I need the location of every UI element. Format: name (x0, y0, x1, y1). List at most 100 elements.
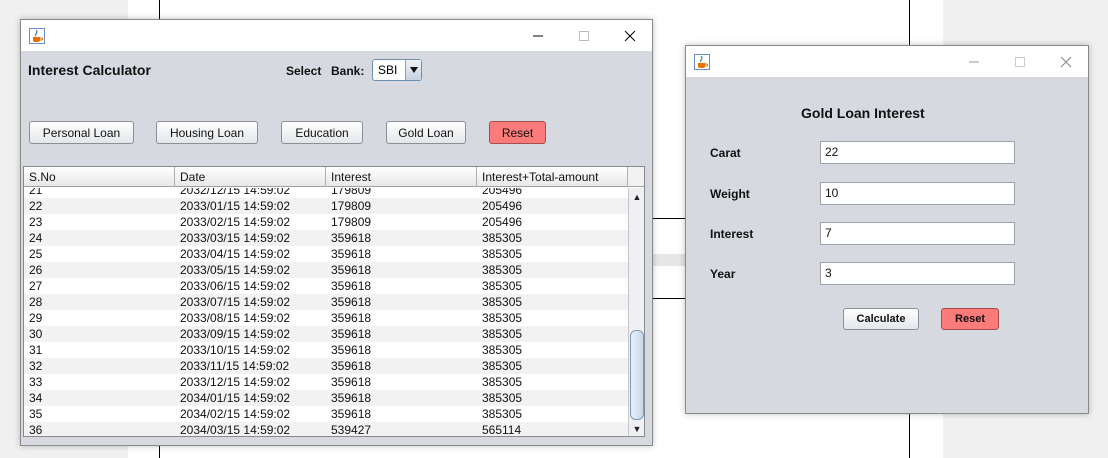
table-cell: 32 (29, 359, 43, 373)
weight-field[interactable]: 10 (820, 182, 1015, 205)
table-cell: 385305 (482, 327, 523, 341)
interest-table: S.No Date Interest Interest+Total-amount… (23, 166, 645, 437)
bank-select-value: SBI (378, 63, 398, 77)
table-cell: 385305 (482, 375, 523, 389)
table-row[interactable]: 33 2033/12/15 14:59:02 359618 385305 (24, 374, 628, 390)
table-cell: 359618 (331, 279, 372, 293)
year-label: Year (710, 267, 736, 281)
table-cell: 2034/03/15 14:59:02 (180, 423, 291, 437)
reset-button[interactable]: Reset (489, 121, 546, 144)
education-button[interactable]: Education (281, 121, 363, 144)
table-rows: 21 2032/12/15 14:59:02 179809 205496 22 2033/… (24, 188, 628, 437)
table-row[interactable]: 30 2033/09/15 14:59:02 359618 385305 (24, 326, 628, 342)
table-cell: 385305 (482, 407, 523, 421)
background-line (652, 218, 686, 219)
table-cell: 179809 (331, 215, 372, 229)
column-header-interest[interactable]: Interest (326, 167, 477, 187)
gold-reset-button[interactable]: Reset (941, 308, 999, 330)
column-header-total[interactable]: Interest+Total-amount (477, 167, 628, 187)
table-cell: 359618 (331, 327, 372, 341)
maximize-icon[interactable] (997, 46, 1043, 77)
interest-calculator-window: Interest Calculator Select Bank: SBI Per… (20, 19, 653, 446)
scroll-down-icon[interactable]: ▼ (629, 421, 644, 436)
table-row[interactable]: 25 2033/04/15 14:59:02 359618 385305 (24, 246, 628, 262)
table-cell: 35 (29, 407, 43, 421)
table-cell: 2033/08/15 14:59:02 (180, 311, 291, 325)
table-row[interactable]: 36 2034/03/15 14:59:02 539427 565114 (24, 422, 628, 437)
table-cell: 385305 (482, 231, 523, 245)
gold-loan-button[interactable]: Gold Loan (386, 121, 466, 144)
table-row[interactable]: 32 2033/11/15 14:59:02 359618 385305 (24, 358, 628, 374)
table-header: S.No Date Interest Interest+Total-amount (24, 167, 628, 187)
table-cell: 2034/02/15 14:59:02 (180, 407, 291, 421)
table-cell: 2033/10/15 14:59:02 (180, 343, 291, 357)
select-label: Select (286, 64, 322, 78)
table-cell: 2034/01/15 14:59:02 (180, 391, 291, 405)
minimize-icon[interactable] (515, 20, 561, 51)
table-cell: 2033/03/15 14:59:02 (180, 231, 291, 245)
column-header-sno[interactable]: S.No (24, 167, 175, 187)
interest-label: Interest (710, 227, 754, 241)
table-row[interactable]: 28 2033/07/15 14:59:02 359618 385305 (24, 294, 628, 310)
table-row[interactable]: 21 2032/12/15 14:59:02 179809 205496 (24, 188, 628, 198)
table-cell: 539427 (331, 423, 372, 437)
table-cell: 25 (29, 247, 43, 261)
table-row[interactable]: 22 2033/01/15 14:59:02 179809 205496 (24, 198, 628, 214)
table-cell: 2033/09/15 14:59:02 (180, 327, 291, 341)
background-line (159, 444, 160, 458)
table-cell: 2033/04/15 14:59:02 (180, 247, 291, 261)
carat-field[interactable]: 22 (820, 141, 1015, 164)
table-row[interactable]: 27 2033/06/15 14:59:02 359618 385305 (24, 278, 628, 294)
table-cell: 359618 (331, 263, 372, 277)
table-cell: 34 (29, 391, 43, 405)
interest-field[interactable]: 7 (820, 222, 1015, 245)
table-cell: 385305 (482, 279, 523, 293)
personal-loan-button[interactable]: Personal Loan (29, 121, 134, 144)
table-row[interactable]: 24 2033/03/15 14:59:02 359618 385305 (24, 230, 628, 246)
table-cell: 359618 (331, 295, 372, 309)
housing-loan-button[interactable]: Housing Loan (156, 121, 258, 144)
table-cell: 2033/01/15 14:59:02 (180, 199, 291, 213)
bank-select[interactable]: SBI (372, 59, 422, 81)
bank-label: Bank: (331, 64, 365, 78)
table-cell: 23 (29, 215, 43, 229)
gold-loan-window: Gold Loan Interest Carat 22 Weight 10 In… (685, 45, 1089, 414)
close-icon[interactable] (1043, 46, 1089, 77)
table-cell: 359618 (331, 375, 372, 389)
app-title: Interest Calculator (28, 62, 151, 78)
close-icon[interactable] (607, 20, 653, 51)
column-header-date[interactable]: Date (175, 167, 326, 187)
table-cell: 385305 (482, 311, 523, 325)
table-cell: 359618 (331, 231, 372, 245)
table-row[interactable]: 29 2033/08/15 14:59:02 359618 385305 (24, 310, 628, 326)
table-row[interactable]: 34 2034/01/15 14:59:02 359618 385305 (24, 390, 628, 406)
java-cup-icon (694, 54, 710, 70)
table-row[interactable]: 35 2034/02/15 14:59:02 359618 385305 (24, 406, 628, 422)
table-cell: 179809 (331, 188, 372, 197)
background-line (909, 412, 910, 458)
table-row[interactable]: 26 2033/05/15 14:59:02 359618 385305 (24, 262, 628, 278)
table-cell: 385305 (482, 359, 523, 373)
title-bar[interactable] (21, 20, 652, 51)
table-cell: 2033/12/15 14:59:02 (180, 375, 291, 389)
year-field[interactable]: 3 (820, 262, 1015, 285)
table-cell: 24 (29, 231, 43, 245)
scroll-up-icon[interactable]: ▲ (629, 189, 644, 204)
minimize-icon[interactable] (951, 46, 997, 77)
title-bar[interactable] (686, 46, 1088, 77)
table-cell: 2033/06/15 14:59:02 (180, 279, 291, 293)
table-cell: 359618 (331, 343, 372, 357)
table-cell: 179809 (331, 199, 372, 213)
scrollbar-thumb[interactable] (630, 330, 644, 420)
table-row[interactable]: 23 2033/02/15 14:59:02 179809 205496 (24, 214, 628, 230)
dropdown-arrow-icon[interactable] (405, 60, 421, 80)
calculate-button[interactable]: Calculate (843, 308, 919, 330)
table-cell: 28 (29, 295, 43, 309)
table-cell: 385305 (482, 263, 523, 277)
vertical-scrollbar[interactable]: ▲ ▼ (628, 188, 644, 436)
table-cell: 359618 (331, 359, 372, 373)
maximize-icon[interactable] (561, 20, 607, 51)
table-cell: 2033/02/15 14:59:02 (180, 215, 291, 229)
table-cell: 21 (29, 188, 43, 197)
table-row[interactable]: 31 2033/10/15 14:59:02 359618 385305 (24, 342, 628, 358)
